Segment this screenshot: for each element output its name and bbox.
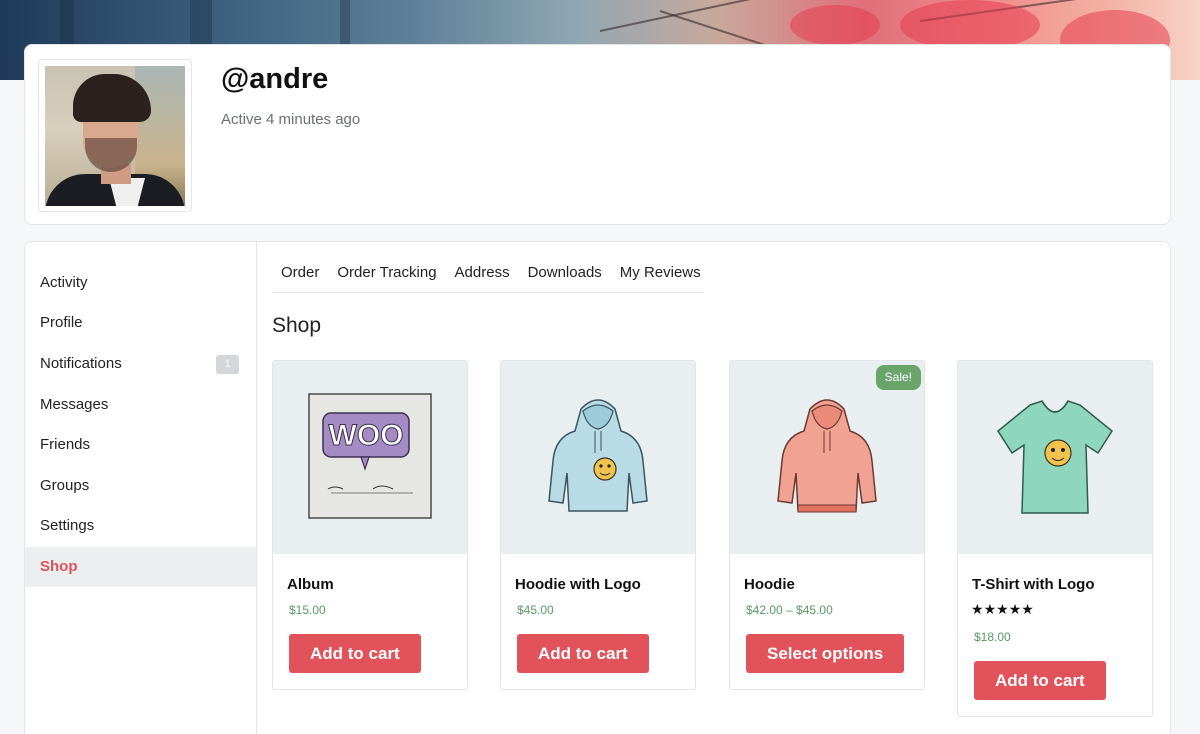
woo-album-image[interactable]: WOO: [273, 361, 467, 554]
tshirt-image[interactable]: [958, 361, 1152, 554]
notification-count-badge: 1: [216, 355, 239, 374]
tab-my-reviews[interactable]: My Reviews: [611, 260, 710, 292]
sale-badge: Sale!: [875, 365, 921, 390]
avatar[interactable]: [45, 66, 185, 206]
tab-order-tracking[interactable]: Order Tracking: [328, 260, 445, 292]
star-icon: ★: [1008, 601, 1022, 617]
avatar-frame: [38, 59, 192, 212]
star-icon: ★: [971, 601, 984, 617]
product-price: $42.00 – $45.00: [746, 603, 833, 617]
page-title: Shop: [272, 314, 322, 337]
sidebar-item-shop[interactable]: Shop: [25, 547, 256, 587]
product-name[interactable]: Album: [287, 576, 334, 593]
add-to-cart-button[interactable]: Add to cart: [974, 661, 1106, 700]
sidebar-item-label: Shop: [40, 558, 78, 575]
add-to-cart-button[interactable]: Add to cart: [289, 634, 421, 673]
woo-album-icon: WOO: [308, 393, 432, 519]
cover-blossom: [900, 0, 1040, 50]
profile-sidebar-nav: Activity Profile Notifications 1 Message…: [25, 242, 257, 734]
profile-username: @andre: [221, 63, 329, 95]
sidebar-item-messages[interactable]: Messages: [25, 385, 256, 425]
sidebar-item-activity[interactable]: Activity: [25, 263, 256, 303]
blue-hoodie-icon: [548, 399, 648, 512]
shop-content: Order Order Tracking Address Downloads M…: [257, 242, 1170, 734]
profile-active-status: Active 4 minutes ago: [221, 111, 361, 128]
tab-address[interactable]: Address: [446, 260, 519, 292]
blue-hoodie-image[interactable]: [501, 361, 695, 554]
shop-subnav: Order Order Tracking Address Downloads M…: [272, 260, 704, 293]
select-options-button[interactable]: Select options: [746, 634, 905, 673]
product-price: $18.00: [974, 630, 1011, 644]
sidebar-item-label: Notifications: [40, 355, 122, 372]
sidebar-item-label: Profile: [40, 314, 83, 331]
star-icon: ★: [996, 601, 1009, 617]
pink-hoodie-image[interactable]: Sale!: [730, 361, 924, 554]
sidebar-item-notifications[interactable]: Notifications 1: [25, 344, 256, 384]
tshirt-icon: [997, 400, 1113, 514]
svg-text:WOO: WOO: [329, 419, 404, 452]
add-to-cart-button[interactable]: Add to cart: [517, 634, 649, 673]
sidebar-item-label: Friends: [40, 436, 91, 453]
sidebar-item-settings[interactable]: Settings: [25, 506, 256, 546]
product-card-hoodie-with-logo: Hoodie with Logo $45.00 Add to cart: [500, 360, 696, 690]
product-price: $15.00: [289, 603, 326, 617]
product-card-album: WOO Album $15.00 Add to cart: [272, 360, 468, 690]
tab-order[interactable]: Order: [272, 260, 328, 292]
sidebar-item-label: Activity: [40, 274, 88, 291]
sidebar-item-label: Messages: [40, 396, 109, 413]
star-rating: ★★★★★: [971, 601, 1034, 618]
product-name[interactable]: Hoodie with Logo: [515, 576, 641, 593]
product-price: $45.00: [517, 603, 554, 617]
product-name[interactable]: Hoodie: [744, 576, 795, 593]
tab-downloads[interactable]: Downloads: [519, 260, 611, 292]
profile-header: @andre Active 4 minutes ago: [24, 44, 1171, 225]
star-icon: ★: [983, 601, 997, 617]
sidebar-item-groups[interactable]: Groups: [25, 466, 256, 506]
star-icon: ★: [1021, 601, 1034, 617]
profile-main-panel: Activity Profile Notifications 1 Message…: [24, 241, 1171, 734]
cover-blossom: [790, 5, 880, 45]
sidebar-item-label: Groups: [40, 477, 90, 494]
product-card-tshirt-with-logo: T-Shirt with Logo ★★★★★ $18.00 Add to ca…: [957, 360, 1153, 717]
sidebar-item-profile[interactable]: Profile: [25, 303, 256, 343]
product-card-hoodie: Sale! Hoodie $42.00 – $45.00 Select opti…: [729, 360, 925, 690]
product-name[interactable]: T-Shirt with Logo: [972, 576, 1094, 593]
sidebar-item-friends[interactable]: Friends: [25, 425, 256, 465]
sidebar-item-label: Settings: [40, 517, 95, 534]
